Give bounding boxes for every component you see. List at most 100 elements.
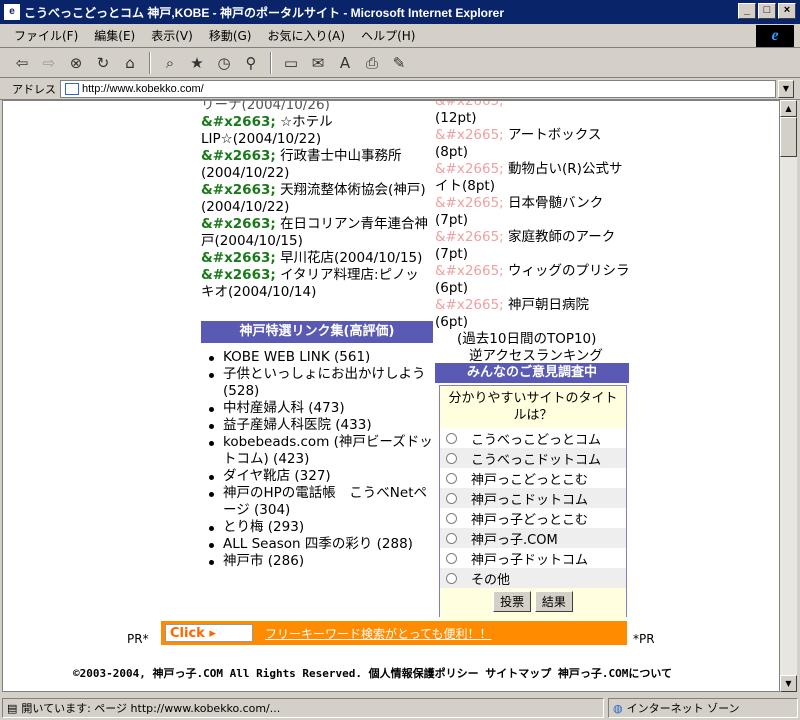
ie-logo-icon: e <box>756 25 794 47</box>
pr-link[interactable]: フリーキーワード検索がとっても便利！！ <box>265 625 491 642</box>
title-bar: e こうべっこどっとコム 神戸,KOBE - 神戸のポータルサイト - Micr… <box>0 0 800 24</box>
address-dropdown-icon[interactable]: ▼ <box>778 79 794 98</box>
radio-button[interactable] <box>446 512 457 524</box>
link-item[interactable]: 中村産婦人科 (473) <box>201 400 433 417</box>
poll-box: 分かりやすいサイトのタイトルは？ こうべっこどっとコム こうべっこドットコム 神… <box>439 385 627 620</box>
poll-option[interactable]: 神戸っこどっとこむ <box>440 468 626 488</box>
refresh-icon[interactable]: ↻ <box>91 52 115 74</box>
club-icon: &#x2663; <box>201 267 276 283</box>
list-item[interactable]: &#x2663; 行政書士中山事務所(2004/10/22) <box>201 148 431 182</box>
ranking-item[interactable]: &#x2665; 神戸朝日病院 <box>435 297 631 314</box>
vote-button[interactable]: 投票 <box>493 591 532 612</box>
result-button[interactable]: 結果 <box>534 591 573 612</box>
window-title: こうべっこどっとコム 神戸,KOBE - 神戸のポータルサイト - Micros… <box>24 5 505 20</box>
link-item[interactable]: ALL Season 四季の彩り (288) <box>201 536 433 553</box>
status-bar: ▤ 開いています: ページ http://www.kobekko.com/... … <box>0 696 800 720</box>
menu-go[interactable]: 移動(G) <box>201 27 260 44</box>
page-viewport: リーナ(2004/10/26) &#x2663; ☆ホテルLIP☆(2004/1… <box>2 100 780 692</box>
menu-help[interactable]: ヘルプ(H) <box>353 27 423 44</box>
list-item[interactable]: &#x2663; ☆ホテルLIP☆(2004/10/22) <box>201 114 431 148</box>
radio-button[interactable] <box>446 472 457 484</box>
font-icon[interactable]: A <box>333 52 357 74</box>
zone-indicator: ◍ インターネット ゾーン <box>608 698 798 718</box>
club-icon: &#x2663; <box>201 250 276 266</box>
edit-icon[interactable]: ✎ <box>387 52 411 74</box>
heart-icon: &#x2665; <box>435 161 504 177</box>
ranking-item[interactable]: &#x2665; ウィッグのプリシラ <box>435 263 631 280</box>
radio-button[interactable] <box>446 572 457 584</box>
poll-option[interactable]: 神戸っ子.COM <box>440 528 626 548</box>
radio-button[interactable] <box>446 452 457 464</box>
scroll-down-icon[interactable]: ▼ <box>780 675 797 692</box>
radio-button[interactable] <box>446 492 457 504</box>
channels-icon[interactable]: ⚲ <box>239 52 263 74</box>
poll-question: 分かりやすいサイトのタイトルは？ <box>440 386 626 428</box>
link-item[interactable]: ダイヤ靴店 (327) <box>201 468 433 485</box>
minimize-button[interactable]: _ <box>738 3 756 19</box>
list-item[interactable]: &#x2663; 在日コリアン青年連合神戸(2004/10/15) <box>201 216 431 250</box>
globe-icon: ◍ <box>613 701 623 715</box>
pr-right-label: *PR <box>633 632 655 646</box>
link-item[interactable]: 益子産婦人科医院 (433) <box>201 417 433 434</box>
address-input[interactable]: http://www.kobekko.com/ <box>60 79 776 98</box>
history-icon[interactable]: ◷ <box>212 52 236 74</box>
ranking-item[interactable]: &#x2665; 動物占い(R)公式サイト(8pt) <box>435 161 631 195</box>
ranking-item[interactable]: &#x2665; 日本骨髄バンク <box>435 195 631 212</box>
ranking-item[interactable]: &#x2665; アートボックス <box>435 127 631 144</box>
scroll-thumb[interactable] <box>780 117 797 157</box>
menu-file[interactable]: ファイル(F) <box>6 27 86 44</box>
forward-icon[interactable]: ⇨ <box>37 52 61 74</box>
vertical-scrollbar[interactable]: ▲ ▼ <box>780 100 797 692</box>
poll-option[interactable]: 神戸っ子ドットコム <box>440 548 626 568</box>
list-item[interactable]: &#x2663; イタリア料理店:ピノッキオ(2004/10/14) <box>201 267 431 301</box>
click-button[interactable]: Click ▸ <box>165 624 253 642</box>
address-bar: アドレス http://www.kobekko.com/ ▼ <box>0 78 800 100</box>
poll-option[interactable]: こうべっこどっとコム <box>440 428 626 448</box>
ranking-item-partial: &#x2665; <box>435 100 504 109</box>
heart-icon: &#x2665; <box>435 127 504 143</box>
pr-banner[interactable]: Click ▸ フリーキーワード検索がとっても便利！！ <box>161 621 627 645</box>
fullscreen-icon[interactable]: ▭ <box>279 52 303 74</box>
list-item-partial[interactable]: リーナ(2004/10/26) <box>201 101 431 114</box>
scroll-up-icon[interactable]: ▲ <box>780 100 797 117</box>
poll-option[interactable]: その他 <box>440 568 626 588</box>
poll-option[interactable]: こうべっこドットコム <box>440 448 626 468</box>
toolbar-separator <box>270 51 272 74</box>
favorites-icon[interactable]: ★ <box>185 52 209 74</box>
heart-icon: &#x2665; <box>435 195 504 211</box>
heart-icon: &#x2665; <box>435 263 504 279</box>
ranking-item[interactable]: &#x2665; 家庭教師のアーク(7pt) <box>435 229 631 263</box>
link-item[interactable]: とり梅 (293) <box>201 519 433 536</box>
link-item[interactable]: KOBE WEB LINK (561) <box>201 349 433 366</box>
home-icon[interactable]: ⌂ <box>118 52 142 74</box>
new-list: リーナ(2004/10/26) &#x2663; ☆ホテルLIP☆(2004/1… <box>201 101 431 301</box>
list-item[interactable]: &#x2663; 早川花店(2004/10/15) <box>201 250 431 267</box>
list-item[interactable]: &#x2663; 天翔流整体術協会(神戸)(2004/10/22) <box>201 182 431 216</box>
poll-option[interactable]: 神戸っこドットコム <box>440 488 626 508</box>
special-links-list: KOBE WEB LINK (561) 子供といっしょにお出かけしよう(528)… <box>201 349 433 570</box>
link-item[interactable]: 子供といっしょにお出かけしよう(528) <box>201 366 433 400</box>
link-item[interactable]: kobebeads.com (神戸ビーズドットコム) (423) <box>201 434 433 468</box>
poll-option[interactable]: 神戸っ子どっとこむ <box>440 508 626 528</box>
club-icon: &#x2663; <box>201 182 276 198</box>
menu-favorites[interactable]: お気に入り(A) <box>259 27 353 44</box>
radio-button[interactable] <box>446 552 457 564</box>
maximize-button[interactable]: □ <box>758 3 776 19</box>
link-item[interactable]: 神戸のHPの電話帳 こうべNetページ (304) <box>201 485 433 519</box>
radio-button[interactable] <box>446 532 457 544</box>
menu-edit[interactable]: 編集(E) <box>86 27 143 44</box>
search-icon[interactable]: ⌕ <box>158 52 182 74</box>
menu-view[interactable]: 表示(V) <box>143 27 201 44</box>
heart-icon: &#x2665; <box>435 297 504 313</box>
close-button[interactable]: × <box>778 3 796 19</box>
print-icon[interactable]: ⎙ <box>360 52 384 74</box>
ranking-caption: (過去10日間のTOP10) <box>457 331 597 347</box>
mail-icon[interactable]: ✉ <box>306 52 330 74</box>
link-item[interactable]: 神戸市 (286) <box>201 553 433 570</box>
ranking-pt: (12pt) <box>435 110 477 126</box>
radio-button[interactable] <box>446 432 457 444</box>
stop-icon[interactable]: ⊗ <box>64 52 88 74</box>
page-loading-icon: ▤ <box>7 701 18 715</box>
back-icon[interactable]: ⇦ <box>10 52 34 74</box>
toolbar-separator <box>149 51 151 74</box>
